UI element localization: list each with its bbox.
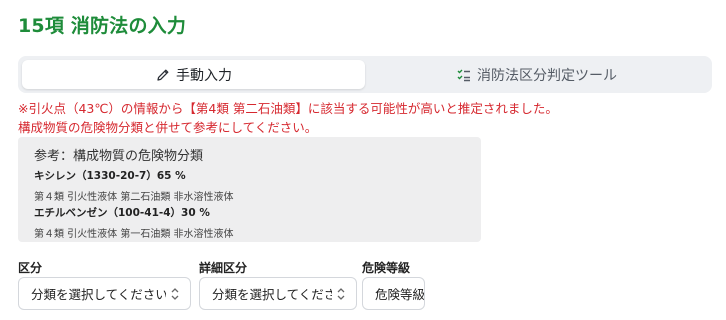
warning-line-1: ※引火点（43℃）の情報から【第4類 第二石油類】に該当する可能性が高いと推定さ… bbox=[18, 101, 558, 116]
checklist-icon bbox=[456, 67, 472, 83]
detail-category-label: 詳細区分 bbox=[199, 261, 248, 275]
warning-line-2: 構成物質の危険物分類と併せて参考にしてください。 bbox=[18, 120, 318, 135]
reference-box: 参考：構成物質の危険物分類 キシレン（1330-20-7）65 % 第４類 引火… bbox=[18, 137, 481, 242]
detail-category-select[interactable]: 分類を選択してください bbox=[199, 277, 357, 310]
substance-item: キシレン（1330-20-7）65 % 第４類 引火性液体 第二石油類 非水溶性… bbox=[34, 168, 234, 203]
substance-name: キシレン（1330-20-7）65 % bbox=[34, 170, 186, 182]
chevron-updown-icon bbox=[332, 287, 350, 301]
flash-point-warning: ※引火点（43℃）の情報から【第4類 第二石油類】に該当する可能性が高いと推定さ… bbox=[18, 99, 558, 137]
tab-manual-input[interactable]: 手動入力 bbox=[22, 60, 365, 89]
detail-category-select-placeholder: 分類を選択してください bbox=[212, 287, 332, 302]
hazard-level-select[interactable]: 危険等級 bbox=[362, 277, 425, 310]
pencil-icon bbox=[155, 67, 171, 83]
category-select[interactable]: 分類を選択してください bbox=[18, 277, 191, 310]
category-select-placeholder: 分類を選択してください bbox=[31, 287, 166, 302]
reference-title: 参考：構成物質の危険物分類 bbox=[34, 149, 204, 164]
chevron-updown-icon bbox=[166, 287, 184, 301]
tab-classification-tool[interactable]: 消防法区分判定ツール bbox=[365, 60, 708, 89]
tab-manual-input-label: 手動入力 bbox=[176, 67, 232, 84]
hazard-level-label: 危険等級 bbox=[362, 261, 411, 275]
substance-item: エチルベンゼン（100-41-4）30 % 第４類 引火性液体 第一石油類 非水… bbox=[34, 205, 234, 240]
category-label: 区分 bbox=[18, 261, 43, 275]
tab-classification-tool-label: 消防法区分判定ツール bbox=[477, 67, 617, 84]
hazard-level-select-placeholder: 危険等級 bbox=[375, 287, 424, 302]
page-title: 15項 消防法の入力 bbox=[18, 15, 187, 37]
substance-name: エチルベンゼン（100-41-4）30 % bbox=[34, 207, 210, 219]
substance-classification: 第４類 引火性液体 第二石油類 非水溶性液体 bbox=[34, 192, 234, 203]
substance-classification: 第４類 引火性液体 第一石油類 非水溶性液体 bbox=[34, 229, 234, 240]
tab-bar: 手動入力 消防法区分判定ツール bbox=[18, 56, 712, 93]
